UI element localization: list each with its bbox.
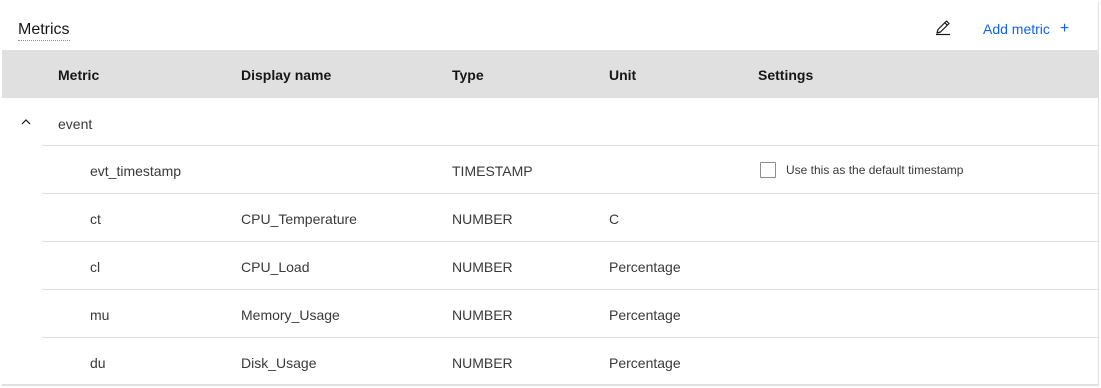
table-row[interactable]: du Disk_Usage NUMBER Percentage [42,337,1099,385]
default-timestamp-label: Use this as the default timestamp [786,163,964,177]
card-title: Metrics [18,21,70,41]
cell-type: TIMESTAMP [452,163,533,179]
add-metric-label: Add metric [983,21,1050,37]
group-row-event[interactable]: event [2,98,1099,146]
column-header-unit: Unit [609,67,637,83]
column-header-metric: Metric [58,67,100,83]
table-header: Metric Display name Type Unit Settings [2,50,1099,98]
cell-type: NUMBER [452,259,513,275]
card-header: Metrics Add metric + [2,2,1099,51]
column-header-settings: Settings [758,67,814,83]
chevron-up-icon[interactable] [18,114,34,130]
cell-metric: du [90,355,106,371]
cell-unit: Percentage [609,259,681,275]
column-header-type: Type [452,67,484,83]
cell-display-name: Disk_Usage [241,355,317,371]
cell-metric: evt_timestamp [90,163,182,179]
cell-unit: C [609,211,620,227]
group-name: event [58,116,93,132]
cell-display-name: CPU_Temperature [241,211,357,227]
checkbox-box[interactable] [760,162,776,178]
column-header-display-name: Display name [241,67,332,83]
metric-rows: evt_timestamp TIMESTAMP Use this as the … [42,145,1099,385]
cell-type: NUMBER [452,355,513,371]
cell-unit: Percentage [609,307,681,323]
metrics-card: Metrics Add metric + Metric Display name… [2,2,1099,386]
table-row[interactable]: mu Memory_Usage NUMBER Percentage [42,289,1099,337]
cell-unit: Percentage [609,355,681,371]
cell-metric: mu [90,307,110,323]
cell-metric: ct [90,211,101,227]
table-row[interactable]: evt_timestamp TIMESTAMP Use this as the … [42,145,1099,193]
cell-metric: cl [90,259,101,275]
default-timestamp-checkbox[interactable]: Use this as the default timestamp [760,162,963,178]
add-metric-button[interactable]: Add metric + [983,19,1069,39]
edit-button[interactable] [934,18,952,36]
cell-display-name: Memory_Usage [241,307,340,323]
cell-display-name: CPU_Load [241,259,310,275]
pencil-icon [936,20,950,36]
table-row[interactable]: ct CPU_Temperature NUMBER C [42,193,1099,241]
plus-icon: + [1059,20,1070,37]
cell-type: NUMBER [452,307,513,323]
cell-type: NUMBER [452,211,513,227]
table-row[interactable]: cl CPU_Load NUMBER Percentage [42,241,1099,289]
